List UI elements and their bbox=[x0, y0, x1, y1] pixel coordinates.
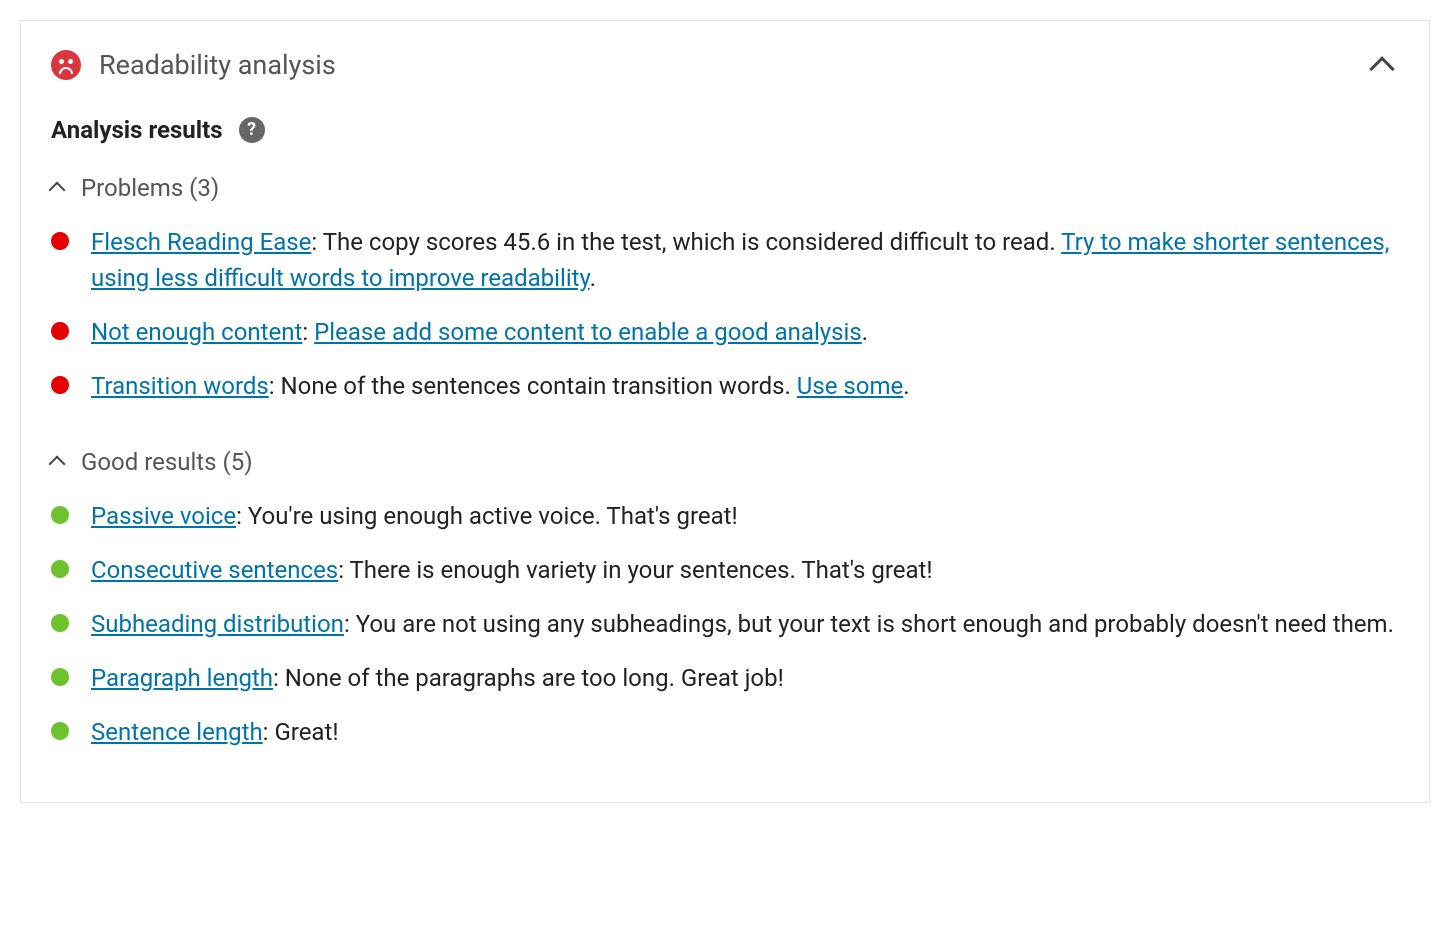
panel-header[interactable]: Readability analysis bbox=[21, 21, 1429, 94]
assessment-link[interactable]: Sentence length bbox=[91, 718, 263, 746]
good-results-section-title: Good results (5) bbox=[81, 444, 253, 480]
assessment-link[interactable]: Consecutive sentences bbox=[91, 556, 338, 584]
item-text: Flesch Reading Ease: The copy scores 45.… bbox=[91, 224, 1399, 296]
status-dot-icon bbox=[51, 232, 69, 250]
item-text: Consecutive sentences: There is enough v… bbox=[91, 552, 933, 588]
good-results-section: Good results (5) Passive voice: You're u… bbox=[21, 426, 1429, 772]
list-item: Not enough content: Please add some cont… bbox=[51, 314, 1399, 350]
item-text: Passive voice: You're using enough activ… bbox=[91, 498, 738, 534]
list-item: Subheading distribution: You are not usi… bbox=[51, 606, 1399, 642]
assessment-link[interactable]: Flesch Reading Ease bbox=[91, 228, 311, 256]
assessment-link[interactable]: Passive voice bbox=[91, 502, 236, 530]
chevron-up-icon[interactable] bbox=[1369, 57, 1394, 82]
problems-section: Problems (3) Flesch Reading Ease: The co… bbox=[21, 152, 1429, 426]
chevron-up-icon bbox=[49, 455, 66, 472]
list-item: Consecutive sentences: There is enough v… bbox=[51, 552, 1399, 588]
list-item: Transition words: None of the sentences … bbox=[51, 368, 1399, 404]
status-dot-icon bbox=[51, 560, 69, 578]
advice-link[interactable]: Please add some content to enable a good… bbox=[314, 318, 862, 346]
readability-analysis-panel: Readability analysis Analysis results ? … bbox=[20, 20, 1430, 803]
problems-list: Flesch Reading Ease: The copy scores 45.… bbox=[51, 224, 1399, 404]
problems-toggle[interactable]: Problems (3) bbox=[51, 170, 1399, 206]
advice-link[interactable]: Use some bbox=[797, 372, 903, 400]
analysis-results-header: Analysis results ? bbox=[21, 94, 1429, 152]
item-text: Not enough content: Please add some cont… bbox=[91, 314, 868, 350]
assessment-link[interactable]: Not enough content bbox=[91, 318, 302, 346]
assessment-link[interactable]: Paragraph length bbox=[91, 664, 273, 692]
assessment-link[interactable]: Subheading distribution bbox=[91, 610, 344, 638]
item-text: Sentence length: Great! bbox=[91, 714, 339, 750]
list-item: Flesch Reading Ease: The copy scores 45.… bbox=[51, 224, 1399, 296]
status-dot-icon bbox=[51, 376, 69, 394]
problems-section-title: Problems (3) bbox=[81, 170, 219, 206]
help-icon[interactable]: ? bbox=[239, 117, 265, 143]
assessment-link[interactable]: Transition words bbox=[91, 372, 269, 400]
analysis-results-title: Analysis results bbox=[51, 112, 223, 148]
list-item: Paragraph length: None of the paragraphs… bbox=[51, 660, 1399, 696]
status-dot-icon bbox=[51, 722, 69, 740]
list-item: Passive voice: You're using enough activ… bbox=[51, 498, 1399, 534]
item-text: Paragraph length: None of the paragraphs… bbox=[91, 660, 784, 696]
item-text: Subheading distribution: You are not usi… bbox=[91, 606, 1394, 642]
status-dot-icon bbox=[51, 668, 69, 686]
panel-title: Readability analysis bbox=[99, 45, 1373, 86]
status-dot-icon bbox=[51, 506, 69, 524]
good-results-toggle[interactable]: Good results (5) bbox=[51, 444, 1399, 480]
status-dot-icon bbox=[51, 322, 69, 340]
item-text: Transition words: None of the sentences … bbox=[91, 368, 910, 404]
list-item: Sentence length: Great! bbox=[51, 714, 1399, 750]
sad-face-icon bbox=[51, 50, 81, 80]
good-results-list: Passive voice: You're using enough activ… bbox=[51, 498, 1399, 750]
chevron-up-icon bbox=[49, 181, 66, 198]
status-dot-icon bbox=[51, 614, 69, 632]
